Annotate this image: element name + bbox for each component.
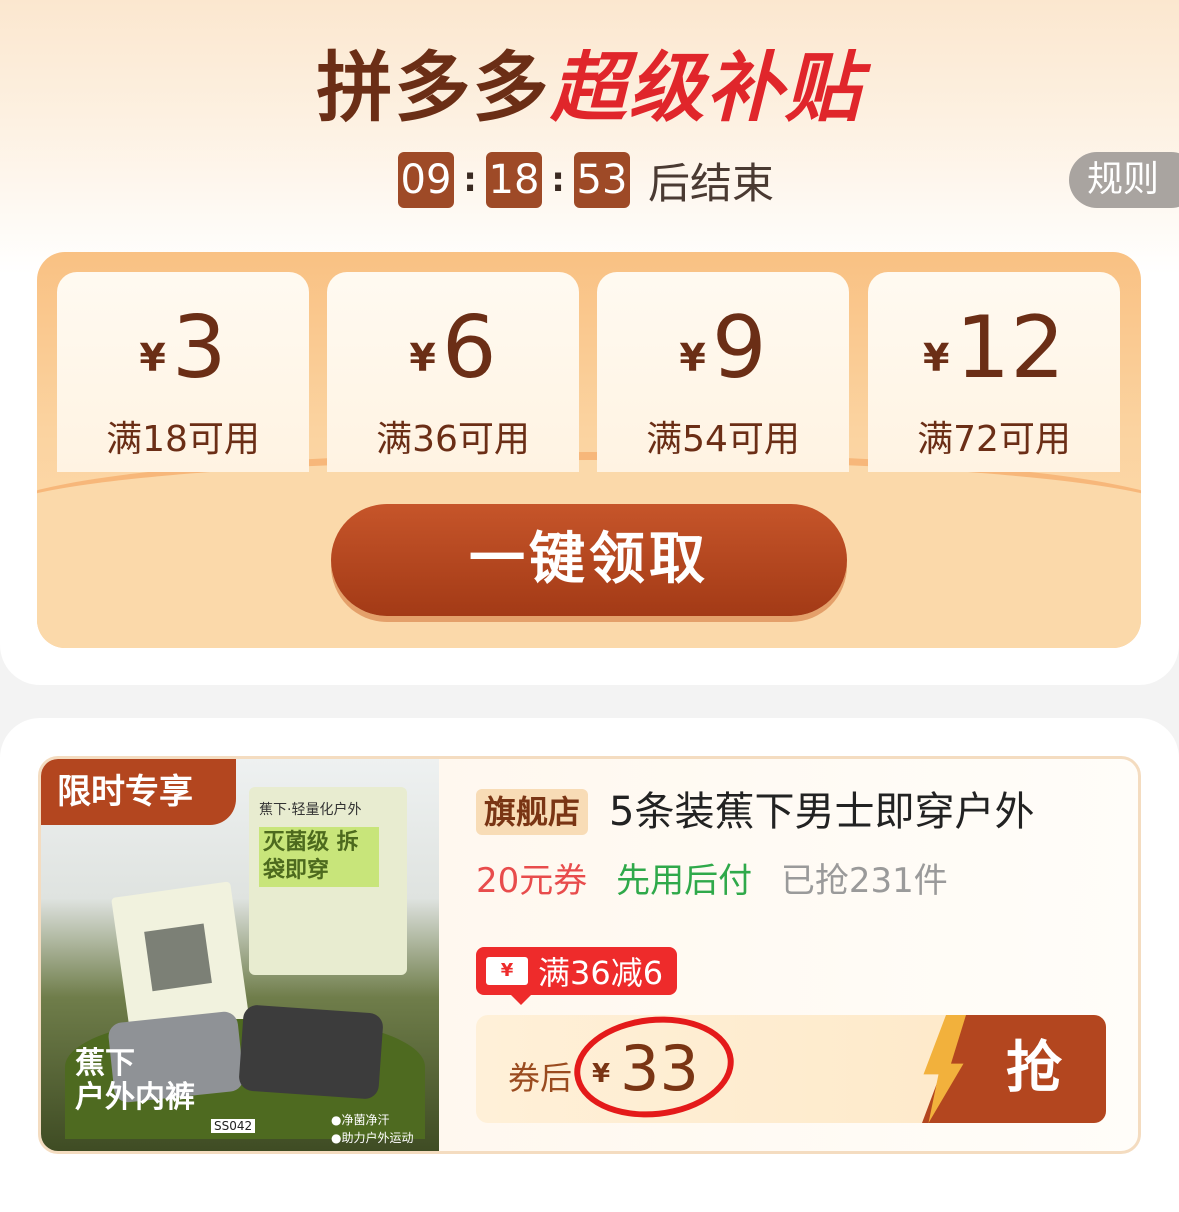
- limited-time-badge: 限时专享: [41, 759, 236, 825]
- countdown-minutes: 18: [486, 152, 542, 208]
- flagship-store-tag: 旗舰店: [476, 789, 589, 835]
- product-code: SS042: [211, 1119, 256, 1133]
- coupon-amount: ¥12: [868, 298, 1120, 398]
- claim-all-button[interactable]: 一键领取: [331, 504, 847, 616]
- countdown-separator: :: [463, 160, 477, 200]
- coupon-amount: ¥9: [597, 298, 849, 398]
- coupon-value: 9: [711, 298, 767, 398]
- page-title: 拼多多超级补贴: [0, 38, 1179, 138]
- countdown-separator: :: [551, 160, 565, 200]
- title-highlight: 超级补贴: [550, 43, 863, 132]
- coupon-panel: ¥3 满18可用 ¥6 满36可用 ¥9 满54可用 ¥12 满72可用 一键领…: [37, 252, 1141, 648]
- pack-brand-text: 蕉下·轻量化户外: [259, 802, 362, 818]
- image-feature: ●助力户外运动: [331, 1131, 414, 1145]
- subsidy-banner: 拼多多超级补贴 09 : 18 : 53 后结束 规则 ¥3 满18可用 ¥6 …: [0, 0, 1179, 685]
- price-label: 券后: [508, 1059, 573, 1097]
- discount-tag-pointer: [509, 993, 533, 1005]
- rules-button[interactable]: 规则: [1069, 152, 1179, 208]
- black-brief: [238, 1004, 384, 1100]
- pack-window: [144, 923, 212, 992]
- product-pack-large: 蕉下·轻量化户外 灭菌级 拆袋即穿: [249, 787, 407, 975]
- coupon-card[interactable]: ¥12 满72可用: [868, 272, 1120, 472]
- image-product-title: 蕉下 户外内裤: [75, 1047, 195, 1115]
- currency-symbol: ¥: [923, 336, 950, 380]
- image-title-line2: 户外内裤: [75, 1080, 195, 1115]
- coupon-condition: 满54可用: [646, 419, 800, 460]
- countdown-hours: 09: [398, 152, 454, 208]
- image-feature: ●净菌净汗: [331, 1113, 390, 1127]
- title-prefix: 拼多多: [316, 43, 551, 132]
- coupon-value: 6: [441, 298, 497, 398]
- product-title[interactable]: 5条装蕉下男士即穿户外: [609, 787, 1034, 837]
- currency-symbol: ¥: [139, 336, 166, 380]
- product-image[interactable]: 蕉下·轻量化户外 灭菌级 拆袋即穿 蕉下 户外内裤 SS042 ●净菌净汗 ●助…: [41, 759, 439, 1151]
- coupon-card[interactable]: ¥3 满18可用: [57, 272, 309, 472]
- sold-count: 已抢231件: [780, 861, 948, 901]
- coupon-amount: ¥3: [57, 298, 309, 398]
- pay-later-info: 先用后付: [616, 861, 753, 901]
- coupon-card[interactable]: ¥6 满36可用: [327, 272, 579, 472]
- currency-symbol: ¥: [679, 336, 706, 380]
- coupon-card[interactable]: ¥9 满54可用: [597, 272, 849, 472]
- coupon-amount: ¥6: [327, 298, 579, 398]
- countdown-suffix: 后结束: [648, 158, 775, 208]
- coupon-condition: 满18可用: [106, 419, 260, 460]
- discount-tag: ¥ 满36减6: [476, 947, 678, 995]
- ticket-icon: ¥: [486, 957, 528, 985]
- price-highlight-circle: [569, 1015, 739, 1123]
- countdown-seconds: 53: [574, 152, 630, 208]
- coupon-condition: 满72可用: [917, 419, 1071, 460]
- coupon-condition: 满36可用: [376, 419, 530, 460]
- product-meta: 20元券 先用后付 已抢231件: [476, 859, 948, 903]
- price-bar[interactable]: 券后 ¥ 33 抢: [476, 1015, 1106, 1123]
- product-item[interactable]: 蕉下·轻量化户外 灭菌级 拆袋即穿 蕉下 户外内裤 SS042 ●净菌净汗 ●助…: [38, 756, 1141, 1154]
- coupon-info: 20元券: [476, 861, 588, 901]
- discount-text: 满36减6: [538, 954, 664, 992]
- product-section: 蕉下·轻量化户外 灭菌级 拆袋即穿 蕉下 户外内裤 SS042 ●净菌净汗 ●助…: [0, 718, 1179, 1212]
- countdown-timer: 09 : 18 : 53 后结束: [398, 152, 774, 208]
- pack-headline: 灭菌级 拆袋即穿: [259, 827, 379, 887]
- currency-symbol: ¥: [409, 336, 436, 380]
- coupon-value: 3: [171, 298, 227, 398]
- coupon-value: 12: [955, 298, 1065, 398]
- image-title-line1: 蕉下: [75, 1046, 135, 1081]
